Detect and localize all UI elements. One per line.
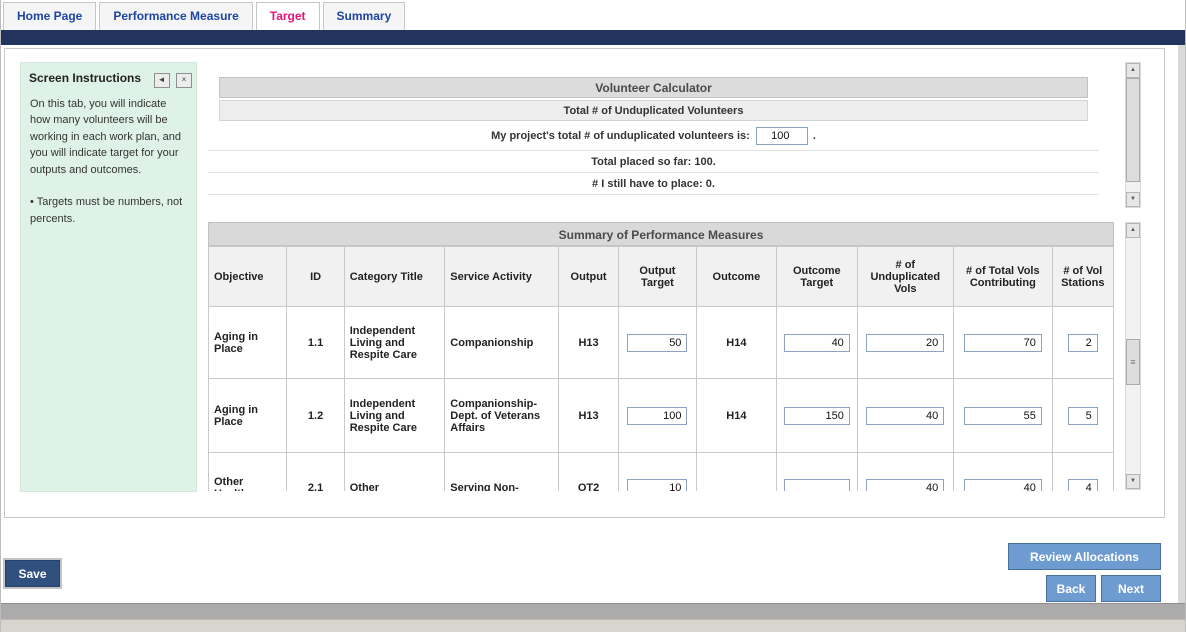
- output-cell: H13: [558, 379, 618, 453]
- thumb-grip-icon: ≡: [1130, 357, 1135, 367]
- unduplicated-vols-input[interactable]: [866, 479, 944, 492]
- review-allocations-button[interactable]: Review Allocations: [1008, 543, 1161, 570]
- total-placed-text: Total placed so far: 100.: [208, 151, 1099, 173]
- summary-panel: Summary of Performance Measures Objectiv…: [208, 222, 1114, 491]
- total-volunteers-label: My project's total # of unduplicated vol…: [491, 130, 750, 142]
- scrollbar-thumb[interactable]: ≡: [1126, 339, 1140, 385]
- outcome-cell: H14: [696, 307, 776, 379]
- screen-instructions-header: Screen Instructions ◄ ×: [21, 63, 196, 94]
- panel-controls: ◄ ×: [152, 69, 192, 88]
- vol-stations-input[interactable]: [1068, 407, 1098, 425]
- column-header-outcome-target: Outcome Target: [777, 247, 857, 307]
- unduplicated-vols-input[interactable]: [866, 407, 944, 425]
- calculator-subtitle: Total # of Unduplicated Volunteers: [219, 100, 1088, 121]
- objective-cell: Other Healthy: [209, 453, 287, 492]
- total-volunteers-suffix: .: [813, 130, 816, 142]
- column-header-vol-stations: # of Vol Stations: [1052, 247, 1113, 307]
- tab-bar: Home Page Performance Measure Target Sum…: [1, 0, 1185, 30]
- service-activity-cell: Serving Non-: [445, 453, 559, 492]
- id-cell: 1.2: [287, 379, 344, 453]
- scroll-up-icon: ▲: [1130, 67, 1136, 73]
- tab-summary[interactable]: Summary: [323, 2, 406, 30]
- scroll-down-icon: ▼: [1130, 196, 1136, 202]
- category-title-cell: Independent Living and Respite Care: [344, 307, 445, 379]
- summary-title: Summary of Performance Measures: [208, 222, 1114, 246]
- output-cell: OT2: [558, 453, 618, 492]
- column-header-category-title: Category Title: [344, 247, 445, 307]
- table-header-row: Objective ID Category Title Service Acti…: [209, 247, 1114, 307]
- objective-cell: Aging in Place: [209, 379, 287, 453]
- tab-performance-measure[interactable]: Performance Measure: [99, 2, 252, 30]
- column-header-unduplicated-vols: # of Unduplicated Vols: [857, 247, 954, 307]
- outcome-cell: [696, 453, 776, 492]
- table-row: Other Healthy 2.1 Other Serving Non- OT2: [209, 453, 1114, 492]
- outcome-target-input[interactable]: [784, 334, 850, 352]
- outcome-cell: H14: [696, 379, 776, 453]
- calculator-title: Volunteer Calculator: [219, 77, 1088, 98]
- total-volunteers-input[interactable]: [756, 127, 808, 145]
- instructions-text: On this tab, you will indicate how many …: [30, 96, 187, 179]
- header-bar: [1, 30, 1185, 45]
- output-cell: H13: [558, 307, 618, 379]
- page-scrollbar[interactable]: [1178, 45, 1185, 603]
- screen-instructions-title: Screen Instructions: [29, 71, 141, 85]
- outcome-target-input[interactable]: [784, 407, 850, 425]
- scroll-down-button[interactable]: ▼: [1126, 474, 1140, 489]
- remaining-to-place-text: # I still have to place: 0.: [208, 173, 1099, 195]
- collapse-left-icon: ◄: [158, 76, 166, 84]
- summary-scrollbar[interactable]: ▲ ≡ ▼: [1125, 222, 1141, 490]
- window-footer: [1, 619, 1185, 632]
- total-vols-input[interactable]: [964, 334, 1042, 352]
- performance-measures-table: Objective ID Category Title Service Acti…: [208, 246, 1114, 491]
- tab-target[interactable]: Target: [256, 2, 320, 30]
- total-volunteers-row: My project's total # of unduplicated vol…: [208, 121, 1099, 151]
- id-cell: 2.1: [287, 453, 344, 492]
- column-header-service-activity: Service Activity: [445, 247, 559, 307]
- next-button[interactable]: Next: [1101, 575, 1161, 602]
- table-row: Aging in Place 1.1 Independent Living an…: [209, 307, 1114, 379]
- total-vols-input[interactable]: [964, 479, 1042, 492]
- scroll-up-icon: ▲: [1130, 227, 1136, 233]
- output-target-input[interactable]: [627, 479, 687, 492]
- column-header-output-target: Output Target: [619, 247, 696, 307]
- column-header-outcome: Outcome: [696, 247, 776, 307]
- content-panel: Screen Instructions ◄ × On this tab, you…: [4, 48, 1165, 518]
- scrollbar-thumb[interactable]: [1126, 78, 1140, 182]
- screen-instructions-panel: Screen Instructions ◄ × On this tab, you…: [20, 62, 197, 492]
- instructions-note: • Targets must be numbers, not percents.: [30, 194, 187, 227]
- id-cell: 1.1: [287, 307, 344, 379]
- output-target-input[interactable]: [627, 334, 687, 352]
- page: Home Page Performance Measure Target Sum…: [0, 0, 1186, 632]
- category-title-cell: Other: [344, 453, 445, 492]
- table-row: Aging in Place 1.2 Independent Living an…: [209, 379, 1114, 453]
- service-activity-cell: Companionship: [445, 307, 559, 379]
- back-button[interactable]: Back: [1046, 575, 1096, 602]
- service-activity-cell: Companionship-Dept. of Veterans Affairs: [445, 379, 559, 453]
- scroll-up-button[interactable]: ▲: [1126, 223, 1140, 238]
- scroll-down-button[interactable]: ▼: [1126, 192, 1140, 207]
- collapse-panel-button[interactable]: ◄: [154, 73, 170, 88]
- status-bar: [1, 603, 1185, 619]
- save-button[interactable]: Save: [5, 560, 60, 587]
- output-target-input[interactable]: [627, 407, 687, 425]
- total-vols-input[interactable]: [964, 407, 1042, 425]
- scroll-down-icon: ▼: [1130, 478, 1136, 484]
- vol-stations-input[interactable]: [1068, 334, 1098, 352]
- column-header-id: ID: [287, 247, 344, 307]
- tab-home-page[interactable]: Home Page: [3, 2, 96, 30]
- column-header-objective: Objective: [209, 247, 287, 307]
- vol-stations-input[interactable]: [1068, 479, 1098, 492]
- column-header-output: Output: [558, 247, 618, 307]
- close-panel-button[interactable]: ×: [176, 73, 192, 88]
- category-title-cell: Independent Living and Respite Care: [344, 379, 445, 453]
- calculator-scrollbar[interactable]: ▲ ▼: [1125, 62, 1141, 208]
- unduplicated-vols-input[interactable]: [866, 334, 944, 352]
- outcome-target-input[interactable]: [784, 479, 850, 492]
- volunteer-calculator-panel: Volunteer Calculator Total # of Unduplic…: [208, 77, 1099, 195]
- column-header-total-vols-contributing: # of Total Vols Contributing: [954, 247, 1053, 307]
- objective-cell: Aging in Place: [209, 307, 287, 379]
- close-icon: ×: [182, 76, 187, 84]
- scroll-up-button[interactable]: ▲: [1126, 63, 1140, 78]
